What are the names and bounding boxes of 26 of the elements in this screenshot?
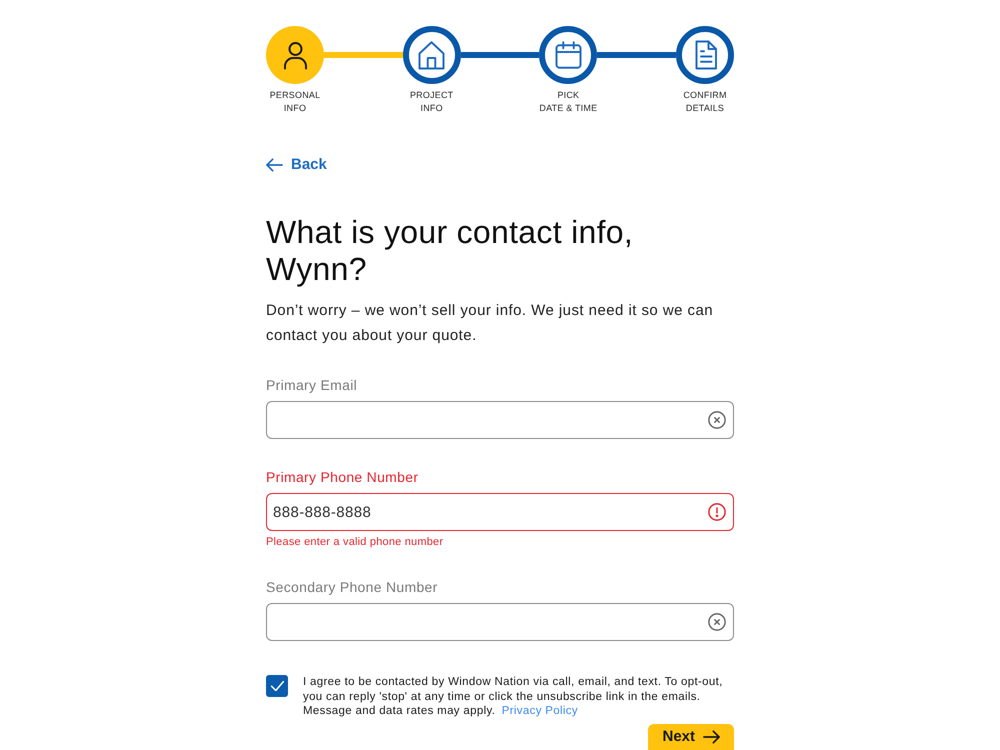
step-label: PROJECT INFO [410, 89, 454, 115]
arrow-left-icon [266, 158, 283, 172]
calendar-icon [554, 40, 582, 70]
house-icon [418, 40, 446, 70]
error-message: Please enter a valid phone number [266, 535, 444, 549]
step-label: CONFIRM DETAILS [683, 89, 727, 115]
next-button[interactable]: Next [648, 724, 734, 750]
step-label: PERSONAL INFO [270, 89, 320, 115]
consent-text: I agree to be contacted by Window Nation via call, email, and text. To opt-out, you can reply 'stop' at any time or click the unsubscribe link in the emails. Message and data rates may apply. Privacy Policy [303, 675, 724, 718]
input-field[interactable] [266, 401, 734, 439]
step-label: PICK DATE & TIME [539, 89, 598, 115]
input-field[interactable] [266, 603, 734, 641]
alert-icon [708, 503, 726, 521]
field-label: Secondary Phone Number [266, 578, 439, 597]
check-icon [270, 681, 284, 691]
field-label: Primary Email [266, 376, 358, 395]
input-field[interactable]: 888-888-8888 [266, 493, 734, 531]
intro-text: Don’t worry – we won’t sell your info. We just need it so we can contact you about your quote. [266, 301, 714, 346]
page-heading: What is your contact info, Wynn? [266, 214, 634, 288]
back-link[interactable]: Back [266, 155, 327, 175]
person-icon [282, 40, 308, 70]
consent-checkbox[interactable] [266, 675, 288, 697]
clear-icon[interactable] [708, 613, 726, 631]
clear-icon[interactable] [708, 411, 726, 429]
arrow-right-icon [703, 730, 720, 744]
field-label: Primary Phone Number [266, 468, 420, 487]
